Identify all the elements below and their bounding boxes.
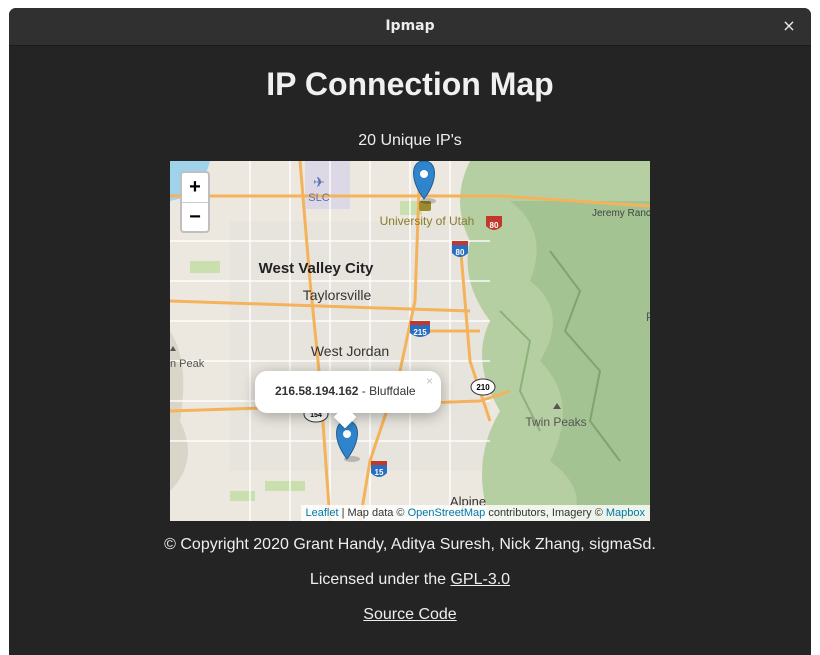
map-label-twin-peaks: Twin Peaks xyxy=(525,415,586,429)
interstate-shield-215: 215 xyxy=(410,321,430,337)
attribution-text-2: contributors, Imagery © xyxy=(485,507,606,519)
popup-content: 216.58.194.162 - Bluffdale xyxy=(275,384,416,398)
close-icon[interactable]: × xyxy=(779,16,799,36)
window-title: Ipmap xyxy=(385,18,435,34)
license-prefix: Licensed under the xyxy=(309,571,451,588)
shield-80a-label: 80 xyxy=(490,221,499,230)
route-210-label: 210 xyxy=(476,383,490,392)
zoom-out-button[interactable]: − xyxy=(182,203,208,232)
popup-close-icon[interactable]: × xyxy=(426,374,433,388)
interstate-shield-80b: 80 xyxy=(452,241,468,257)
state-route-210: 210 xyxy=(470,378,496,396)
map-label-peak-left: n Peak xyxy=(170,358,205,370)
source-code-link[interactable]: Source Code xyxy=(363,606,456,623)
map-attribution: Leaflet | Map data © OpenStreetMap contr… xyxy=(300,505,650,521)
shield-80b-label: 80 xyxy=(456,248,465,257)
popup-ip: 216.58.194.162 xyxy=(275,384,359,398)
map-label-slc: SLC xyxy=(308,192,329,204)
openstreetmap-link[interactable]: OpenStreetMap xyxy=(408,507,486,519)
popup-separator: - xyxy=(358,384,370,398)
copyright-text: © Copyright 2020 Grant Handy, Aditya Sur… xyxy=(164,536,656,553)
page-title: IP Connection Map xyxy=(266,66,554,102)
unique-ip-count: 20 Unique IP's xyxy=(358,132,462,149)
page-content: IP Connection Map 20 Unique IP's 80 80 2… xyxy=(9,46,811,655)
popup-place: Bluffdale xyxy=(369,384,416,398)
map-view[interactable]: 80 80 215 15 210 154 ✈ SLC University of… xyxy=(170,161,650,521)
map-label-west-valley: West Valley City xyxy=(259,260,374,277)
shield-215-label: 215 xyxy=(413,328,427,337)
license-link[interactable]: GPL-3.0 xyxy=(450,571,510,588)
title-bar: Ipmap × xyxy=(9,8,811,46)
app-window: Ipmap × IP Connection Map 20 Unique IP's xyxy=(9,8,811,655)
attribution-text-1: | Map data © xyxy=(338,507,408,519)
map-label-edge: P xyxy=(646,310,650,324)
map-label-jeremy: Jeremy Ranc xyxy=(592,208,650,219)
zoom-in-button[interactable]: + xyxy=(182,173,208,203)
airport-icon: ✈ xyxy=(313,175,325,191)
source-line: Source Code xyxy=(9,606,811,624)
interstate-shield-80a: 80 xyxy=(486,216,502,230)
shield-15-label: 15 xyxy=(375,468,384,477)
zoom-control: + − xyxy=(180,171,210,233)
mapbox-link[interactable]: Mapbox xyxy=(606,507,645,519)
license-line: Licensed under the GPL-3.0 xyxy=(9,571,811,589)
map-label-university: University of Utah xyxy=(380,214,475,228)
route-154-label: 154 xyxy=(310,412,322,419)
map-label-west-jordan: West Jordan xyxy=(311,343,389,359)
interstate-shield-15: 15 xyxy=(371,461,387,477)
leaflet-link[interactable]: Leaflet xyxy=(306,507,339,519)
map-label-taylorsville: Taylorsville xyxy=(303,287,372,303)
marker-popup: 216.58.194.162 - Bluffdale × xyxy=(255,371,441,429)
map-tiles[interactable]: 80 80 215 15 210 154 ✈ SLC University of… xyxy=(170,161,650,521)
